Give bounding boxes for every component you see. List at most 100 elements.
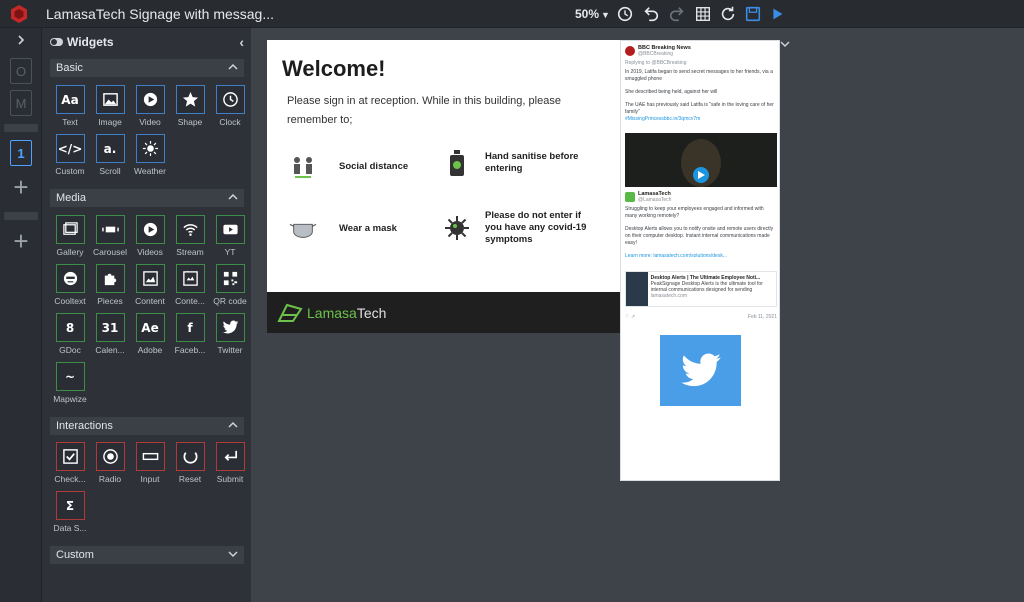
tweet-link-card[interactable]: Desktop Alerts | The Ultimate Employee N… xyxy=(625,271,777,307)
widget-custom[interactable]: </> Custom xyxy=(50,134,90,183)
scroll-glyph: a. xyxy=(103,141,117,156)
widget-input[interactable]: Input xyxy=(130,442,170,491)
widget-adobe[interactable]: Ae Adobe xyxy=(130,313,170,362)
media-widget-grid: Gallery Carousel Videos Stream YT Cooltext Pie… xyxy=(50,215,247,411)
widget-reset[interactable]: Reset xyxy=(170,442,210,491)
brand-part-a: Lamasa xyxy=(307,304,357,321)
project-title[interactable]: LamasaTech Signage with messag... xyxy=(46,6,274,22)
widget-gallery[interactable]: Gallery xyxy=(50,215,90,264)
expand-rail-icon[interactable] xyxy=(8,32,34,48)
brand-name: LamasaTech xyxy=(307,305,386,321)
shape-icon xyxy=(175,85,205,114)
widget-label: QR code xyxy=(213,296,247,306)
section-custom-label: Custom xyxy=(56,549,94,561)
slide-footer: LamasaTech xyxy=(267,292,620,333)
page-thumbnail[interactable]: 1 xyxy=(8,140,34,166)
widget-label: Twitter xyxy=(217,345,243,355)
widget-text[interactable]: Aa Text xyxy=(50,85,90,134)
widget-check[interactable]: Check... xyxy=(50,442,90,491)
widget-image[interactable]: Image xyxy=(90,85,130,134)
zoom-level: 50% xyxy=(575,7,600,21)
layer-m-icon[interactable]: M xyxy=(8,90,34,116)
tweet: LamasaTech @LamasaTech Struggling to keep… xyxy=(625,191,777,260)
faceb-icon: f xyxy=(175,313,205,342)
panel-title: Widgets xyxy=(67,35,114,49)
widget-conte[interactable]: Conte... xyxy=(170,264,210,313)
widget-weather[interactable]: Weather xyxy=(130,134,170,183)
rail-collapse-tab[interactable] xyxy=(4,124,38,132)
basic-widget-grid: Aa Text Image Video Shape Clock </> Custom a. Scr… xyxy=(50,85,246,183)
brand-part-b: Tech xyxy=(356,304,387,321)
widget-label: Check... xyxy=(54,474,86,484)
signage-slide[interactable]: Welcome! Please sign in at reception. Wh… xyxy=(267,40,620,333)
save-icon[interactable] xyxy=(743,4,763,24)
slide-intro-text: Please sign in at reception. While in th… xyxy=(287,95,561,126)
widget-label: Shape xyxy=(177,117,203,127)
chevron-up-icon xyxy=(228,63,238,70)
widget-scroll[interactable]: a. Scroll xyxy=(90,134,130,183)
pieces-icon xyxy=(95,264,125,293)
widget-clock[interactable]: Clock xyxy=(210,85,250,134)
widget-label: Conte... xyxy=(175,296,205,306)
grid-icon[interactable] xyxy=(693,4,713,24)
section-basic-label: Basic xyxy=(56,62,83,74)
widget-shape[interactable]: Shape xyxy=(170,85,210,134)
widget-video[interactable]: Video xyxy=(130,85,170,134)
refresh-icon[interactable] xyxy=(718,4,738,24)
play-icon[interactable] xyxy=(767,4,787,24)
interactions-widget-grid: Check... Radio Input Reset Submit Σ Data S... xyxy=(50,442,246,540)
tweet-link[interactable]: Learn more: lamasatech.com/solutions/des… xyxy=(625,253,777,260)
tweet-link[interactable]: #MissingPrincessbbc.in/3qmcv7m xyxy=(625,116,777,123)
widget-radio[interactable]: Radio xyxy=(90,442,130,491)
layer-o-icon[interactable]: O xyxy=(8,58,34,84)
widget-qr-code[interactable]: QR code xyxy=(210,264,250,313)
section-media[interactable]: Media xyxy=(50,189,244,207)
twitter-bird-icon xyxy=(680,353,721,386)
twitter-feed-widget[interactable]: BBC Breaking News @BBCBreaking Replying t… xyxy=(620,40,780,481)
widget-calen[interactable]: 31 Calen... xyxy=(90,313,130,362)
data-s-glyph: Σ xyxy=(65,498,75,513)
add-section-icon[interactable]: + xyxy=(8,228,34,254)
widget-videos[interactable]: Videos xyxy=(130,215,170,264)
tweet-meta: ♡ ↗ Feb 11, 2021 xyxy=(625,314,777,320)
zoom-dropdown[interactable]: 50% ▼ xyxy=(575,7,610,21)
feed-options-icon[interactable] xyxy=(780,39,790,49)
toggle-icon[interactable] xyxy=(50,38,63,46)
chevron-up-icon xyxy=(228,193,238,200)
widget-gdoc[interactable]: 8 GDoc xyxy=(50,313,90,362)
undo-icon[interactable] xyxy=(641,4,661,24)
redo-icon[interactable] xyxy=(667,4,687,24)
widget-stream[interactable]: Stream xyxy=(170,215,210,264)
tweet-video[interactable] xyxy=(625,133,777,187)
rail-collapse-tab-2[interactable] xyxy=(4,212,38,220)
heart-icon[interactable]: ♡ ↗ xyxy=(625,314,635,320)
section-basic[interactable]: Basic xyxy=(50,59,244,77)
section-interactions[interactable]: Interactions xyxy=(50,417,244,435)
radio-icon xyxy=(95,442,125,471)
history-icon[interactable] xyxy=(615,4,635,24)
widget-content[interactable]: Content xyxy=(130,264,170,313)
widget-mapwize[interactable]: ~ Mapwize xyxy=(50,362,90,411)
stream-icon xyxy=(175,215,205,244)
widget-carousel[interactable]: Carousel xyxy=(90,215,130,264)
widget-data-s[interactable]: Σ Data S... xyxy=(50,491,90,540)
widget-label: Carousel xyxy=(92,247,128,257)
cooltext-icon xyxy=(55,264,85,293)
section-custom[interactable]: Custom xyxy=(50,546,244,564)
widget-pieces[interactable]: Pieces xyxy=(90,264,130,313)
avatar xyxy=(625,46,635,56)
tweet-date: Feb 11, 2021 xyxy=(747,314,777,320)
collapse-panel-icon[interactable]: ‹ xyxy=(239,34,244,50)
add-page-icon[interactable]: + xyxy=(8,174,34,200)
widget-faceb[interactable]: f Faceb... xyxy=(170,313,210,362)
widget-cooltext[interactable]: Cooltext xyxy=(50,264,90,313)
app-logo-icon[interactable] xyxy=(9,4,29,24)
top-bar: LamasaTech Signage with messag... 50% ▼ xyxy=(0,0,1024,28)
widget-label: Cooltext xyxy=(54,296,86,306)
widget-yt[interactable]: YT xyxy=(210,215,250,264)
widget-label: Faceb... xyxy=(174,345,206,355)
widget-submit[interactable]: Submit xyxy=(210,442,250,491)
widget-twitter[interactable]: Twitter xyxy=(210,313,250,362)
reset-icon xyxy=(175,442,205,471)
adobe-glyph: Ae xyxy=(141,320,159,335)
